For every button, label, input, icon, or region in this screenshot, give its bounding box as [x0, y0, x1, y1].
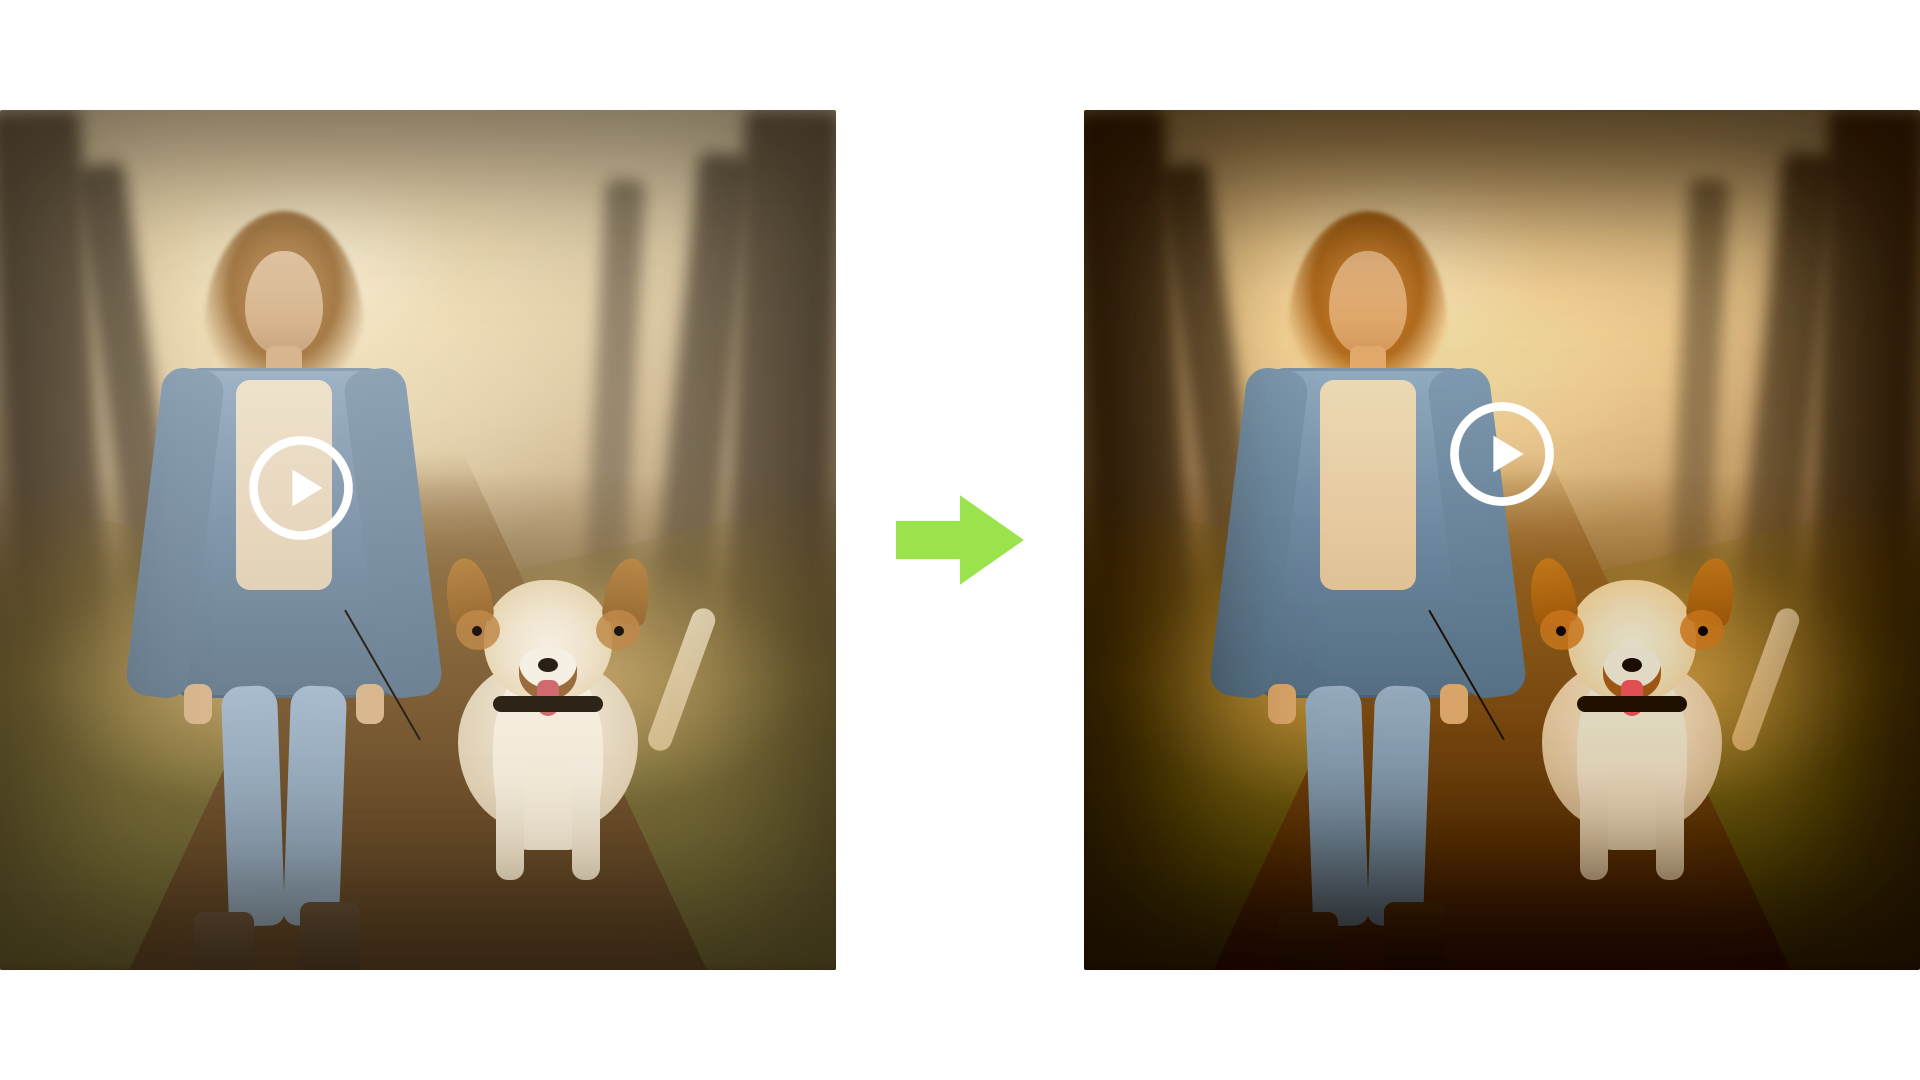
subject-person — [194, 196, 374, 956]
after-panel — [1084, 110, 1920, 970]
after-image — [1084, 110, 1920, 970]
subject-person — [1278, 196, 1458, 956]
subject-dog — [1502, 540, 1762, 880]
arrow-right-icon — [896, 485, 1024, 595]
play-icon[interactable] — [247, 434, 355, 542]
subject-dog — [418, 540, 678, 880]
before-panel — [0, 110, 836, 970]
before-after-stage — [0, 0, 1920, 1080]
play-icon[interactable] — [1448, 400, 1556, 508]
before-image — [0, 110, 836, 970]
